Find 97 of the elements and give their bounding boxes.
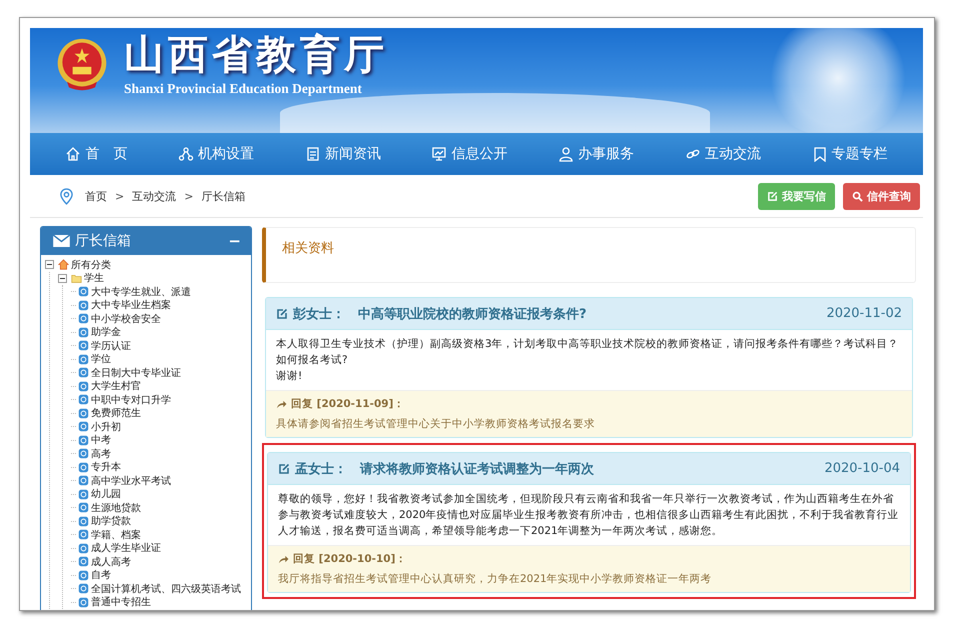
tree-item[interactable]: 大学生村官 [91,379,141,394]
category-icon [78,448,89,460]
home-icon [65,146,82,162]
edit-icon [767,190,778,202]
tree-item[interactable]: 学生 [84,271,104,286]
category-icon [78,475,89,486]
category-icon [78,583,89,594]
tree-item[interactable]: 普通中专招生 [91,595,151,610]
tree-item[interactable]: 所有分类 [71,258,111,272]
monitor-icon [431,146,448,162]
letter-date: 2020-10-04 [824,461,900,476]
tree-item[interactable]: 大中专毕业生档案 [91,298,171,312]
letter-title[interactable]: 彭女士： 中高等职业院校的教师资格证报考条件? [293,304,822,322]
tree-item[interactable]: 全日制大中专毕业证 [91,366,181,380]
category-icon [78,367,89,378]
tree-item[interactable]: 中职中专对口升学 [91,392,171,407]
nodes-icon [178,146,194,162]
category-icon [78,354,89,365]
tree-item[interactable]: 小升初 [91,420,121,434]
breadcrumb-separator: > [184,190,194,202]
collapse-toggle-icon[interactable] [45,260,54,270]
tree-item[interactable]: 中小学校舍安全 [91,312,161,326]
category-icon [78,421,89,432]
nav-link[interactable]: 新闻资讯 [304,145,381,163]
tree-item[interactable]: 高考 [91,446,111,461]
category-icon [78,286,89,298]
letter-title[interactable]: 孟女士： 请求将教师资格认证考试调整为一年两次 [295,460,820,478]
bookmark-icon [812,146,828,162]
search-icon [852,190,863,202]
reply-text: 具体请参阅省招生考试管理中心关于中小学教师资格考试报名要求 [276,417,596,431]
nav-link[interactable]: 互动交流 [684,145,761,163]
reply-text: 我厅将指导省招生考试管理中心认真研究，力争在2021年实现中小学教师资格证一年两考 [278,572,713,586]
nav-link[interactable]: 机构设置 [178,145,254,163]
location-pin-icon [60,188,73,204]
letter-text: 尊敬的领导，您好！我省教资考试参加全国统考，但现阶段只有云南省和我省一年只举行一次教资考试，作为山西籍考生在外省参与教资考试难度较大，2020年疫情也对应届毕业生报考教资有所冲击，也相信很多山西籍考生有此困扰，不利于我省教育行业人才输送，报名费可适当调高，希望领导能考虑一下2021年调整为一年两次考试，感谢您。 [278,492,900,539]
edit-icon [276,308,288,320]
tree-item[interactable]: 成人学生毕业证 [91,541,161,556]
category-icon [78,394,89,406]
document-icon [304,146,321,162]
tree-item[interactable]: 专升本 [91,460,121,474]
collapse-toggle-icon[interactable] [58,274,67,283]
category-icon [78,596,89,608]
tree-item[interactable]: 全国计算机考试、四六级英语考试 [91,582,241,596]
tree-item[interactable]: 学籍、档案 [91,528,141,542]
tree-item[interactable]: 免费师范生 [91,406,141,420]
tree-item[interactable]: 成人高考 [91,554,131,569]
category-icon [78,462,89,473]
category-icon [78,529,89,540]
category-icon [78,313,89,324]
house-icon [58,259,69,270]
category-icon [78,326,89,338]
tree-item[interactable]: 大中专学生就业、派遣 [91,284,191,299]
tree-item[interactable]: 中考 [91,433,111,448]
category-icon [78,340,89,352]
person-icon [558,146,574,162]
site-subtitle: Shanxi Provincial Education Department [124,81,363,97]
category-icon [78,502,89,514]
letter-text: 谢谢! [276,369,304,384]
nav-link[interactable]: 信息公开 [431,145,508,163]
query-button[interactable]: 信件查询 [843,182,920,210]
envelope-icon [53,235,70,247]
category-icon [78,542,89,554]
related-title: 相关资料 [282,240,334,257]
site-title: 山西省教育厅 [124,33,388,77]
letter-text: 本人取得卫生专业技术（护理）副高级资格3年，计划考取中高等职业技术院校的教师资格证，请问报考条件有哪些？考试科目？如何报名考试? [276,337,900,368]
category-icon [78,408,89,419]
tree-item[interactable]: 生源地贷款 [91,500,141,515]
breadcrumb-link[interactable]: 互动交流 [132,188,176,204]
category-icon [78,380,89,392]
category-icon [78,488,89,500]
category-icon [78,570,89,581]
letter-date: 2020-11-02 [826,306,902,321]
folder-icon [71,272,82,284]
tree-item[interactable]: 助学金 [91,325,121,340]
tree-item[interactable]: 助学贷款 [91,514,131,528]
reply-label: 回复 [2020-11-09]： [291,397,404,411]
breadcrumb-link[interactable]: 厅长信箱 [201,188,246,204]
tree-item[interactable]: 幼儿园 [91,487,121,502]
breadcrumb-separator: > [115,190,124,202]
tree-item[interactable]: 自考 [91,568,111,582]
category-icon [78,516,89,527]
reply-label: 回复 [2020-10-10]： [293,552,406,566]
category-icon [78,300,89,311]
edit-icon [278,462,290,474]
breadcrumb-link[interactable]: 首页 [85,188,107,204]
tree-item[interactable]: 学位 [91,352,111,366]
sidebar-title: 厅长信箱 [75,232,132,250]
tree-item[interactable]: 学历认证 [91,338,131,353]
nav-link[interactable]: 专题专栏 [812,145,888,163]
tree-item[interactable]: 高中学业水平考试 [91,474,171,488]
reply-arrow-icon [276,400,287,408]
category-icon [78,434,89,446]
reply-arrow-icon [278,554,289,564]
category-icon [78,556,89,568]
nav-link[interactable]: 首 页 [65,145,128,163]
nav-link[interactable]: 办事服务 [558,145,634,163]
collapse-button[interactable]: − [228,232,241,250]
